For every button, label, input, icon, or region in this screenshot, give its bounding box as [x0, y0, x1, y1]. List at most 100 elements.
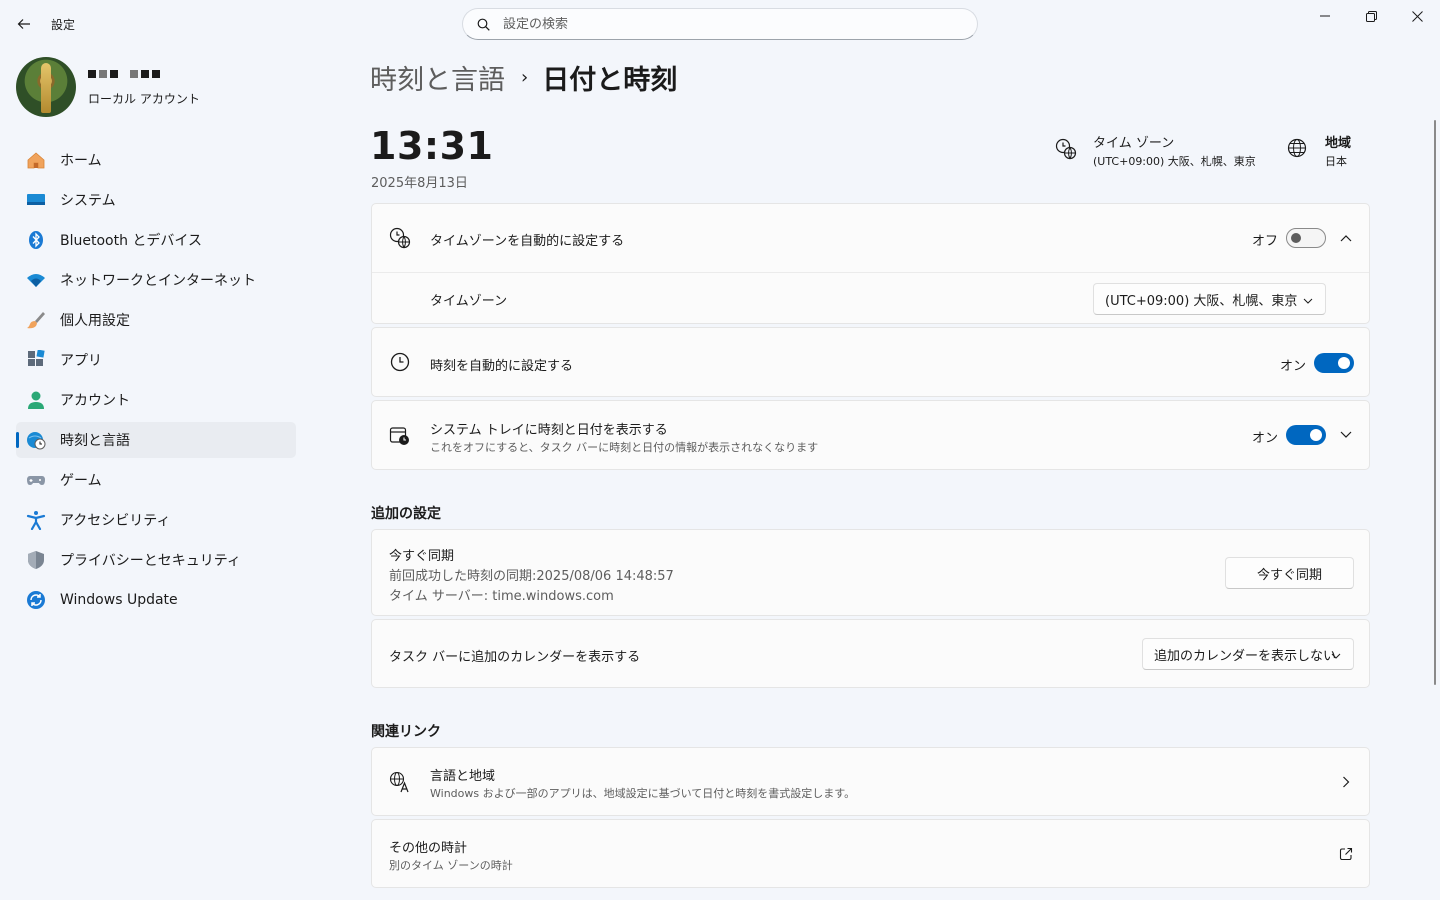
globe-icon	[1287, 138, 1307, 162]
globe-clock-icon	[1055, 138, 1077, 164]
timezone-value: (UTC+09:00) 大阪、札幌、東京	[1093, 155, 1256, 168]
close-icon	[1411, 10, 1423, 22]
auto-timezone-toggle[interactable]	[1286, 228, 1326, 248]
sidebar-item-network[interactable]: ネットワークとインターネット	[16, 262, 296, 298]
sync-now-button[interactable]: 今すぐ同期	[1225, 557, 1354, 589]
shield-icon	[26, 550, 46, 570]
auto-timezone-row[interactable]: タイムゾーンを自動的に設定する オフ	[372, 204, 1369, 272]
account-type: ローカル アカウント	[88, 92, 200, 106]
sidebar-item-gaming[interactable]: ゲーム	[16, 462, 296, 498]
sidebar-item-accessibility[interactable]: アクセシビリティ	[16, 502, 296, 538]
language-region-link[interactable]: 言語と地域 Windows および一部のアプリは、地域設定に基づいて日付と時刻を…	[371, 747, 1370, 816]
search-input[interactable]	[503, 16, 943, 32]
user-profile: ローカル アカウント	[16, 57, 316, 117]
timezone-card: タイムゾーンを自動的に設定する オフ タイムゾーン (UTC+09:00) 大阪…	[371, 203, 1370, 324]
app-title: 設定	[51, 18, 76, 32]
chevron-up-icon[interactable]	[1338, 230, 1354, 246]
tray-state: オン	[1252, 431, 1279, 446]
timezone-title: タイムゾーン	[430, 294, 508, 309]
additional-settings-heading: 追加の設定	[371, 506, 441, 522]
sidebar-item-time-language[interactable]: 時刻と言語	[16, 422, 296, 458]
timezone-dropdown[interactable]: (UTC+09:00) 大阪、札幌、東京	[1093, 283, 1326, 315]
tray-card[interactable]: システム トレイに時刻と日付を表示する これをオフにすると、タスク バーに時刻と…	[371, 400, 1370, 470]
auto-timezone-title: タイムゾーンを自動的に設定する	[430, 234, 625, 249]
back-arrow-icon	[17, 19, 30, 29]
home-icon	[26, 150, 46, 170]
scrollbar[interactable]	[1434, 120, 1436, 685]
breadcrumb-separator: ›	[521, 67, 529, 88]
sidebar-item-apps[interactable]: アプリ	[16, 342, 296, 378]
region-value: 日本	[1325, 155, 1347, 168]
avatar	[16, 57, 76, 117]
gamepad-icon	[26, 470, 46, 490]
monitor-icon	[26, 190, 46, 210]
sync-title: 今すぐ同期	[389, 549, 455, 564]
sidebar-item-bluetooth[interactable]: Bluetooth とデバイス	[16, 222, 296, 258]
breadcrumb: 時刻と言語 › 日付と時刻	[370, 58, 677, 97]
other-clocks-subtitle: 別のタイム ゾーンの時計	[389, 859, 513, 872]
restore-button[interactable]	[1348, 0, 1394, 32]
region-summary: 地域 日本	[1287, 132, 1377, 172]
minimize-icon	[1320, 15, 1330, 17]
globe-clock-icon	[26, 430, 46, 450]
search-box[interactable]	[462, 8, 978, 40]
external-link-icon	[1338, 846, 1354, 862]
user-name-redacted	[88, 70, 160, 78]
wifi-icon	[26, 270, 46, 290]
timezone-dropdown-value: (UTC+09:00) 大阪、札幌、東京	[1105, 293, 1298, 309]
breadcrumb-parent[interactable]: 時刻と言語	[370, 58, 505, 97]
calendar-card: タスク バーに追加のカレンダーを表示する 追加のカレンダーを表示しない	[371, 619, 1370, 688]
time-server-text: タイム サーバー: time.windows.com	[389, 589, 614, 604]
sidebar-item-accounts[interactable]: アカウント	[16, 382, 296, 418]
auto-time-card[interactable]: 時刻を自動的に設定する オン	[371, 327, 1370, 397]
tray-subtitle: これをオフにすると、タスク バーに時刻と日付の情報が表示されなくなります	[430, 441, 819, 454]
other-clocks-link[interactable]: その他の時計 別のタイム ゾーンの時計	[371, 819, 1370, 888]
page-title: 日付と時刻	[542, 65, 678, 96]
tray-title: システム トレイに時刻と日付を表示する	[430, 423, 668, 438]
auto-time-toggle[interactable]	[1314, 353, 1354, 373]
current-date: 2025年8月13日	[371, 176, 468, 191]
calendar-dropdown[interactable]: 追加のカレンダーを表示しない	[1142, 638, 1354, 670]
minimize-button[interactable]	[1302, 0, 1348, 32]
timezone-summary: タイム ゾーン (UTC+09:00) 大阪、札幌、東京	[1055, 132, 1275, 172]
clock-icon	[389, 351, 411, 373]
accessibility-icon	[26, 510, 46, 530]
current-time: 13:31	[370, 124, 494, 168]
sidebar-item-system[interactable]: システム	[16, 182, 296, 218]
sidebar-item-privacy[interactable]: プライバシーとセキュリティ	[16, 542, 296, 578]
globe-clock-icon	[389, 227, 411, 249]
sidebar-item-personalization[interactable]: 個人用設定	[16, 302, 296, 338]
other-clocks-title: その他の時計	[389, 841, 468, 856]
auto-time-title: 時刻を自動的に設定する	[430, 359, 574, 374]
close-button[interactable]	[1394, 0, 1440, 32]
person-icon	[26, 390, 46, 410]
region-label: 地域	[1325, 136, 1352, 151]
chevron-right-icon	[1338, 774, 1354, 790]
calendar-clock-icon	[389, 425, 411, 447]
back-button[interactable]	[10, 10, 38, 38]
paintbrush-icon	[26, 310, 46, 330]
chevron-down-icon	[1303, 293, 1313, 308]
apps-icon	[26, 350, 46, 370]
bluetooth-icon	[26, 230, 46, 250]
calendar-title: タスク バーに追加のカレンダーを表示する	[389, 650, 641, 665]
sidebar-item-windows-update[interactable]: Windows Update	[16, 582, 296, 618]
sync-card: 今すぐ同期 前回成功した時刻の同期:2025/08/06 14:48:57 タイ…	[371, 529, 1370, 616]
sidebar-item-home[interactable]: ホーム	[16, 142, 296, 178]
last-sync-text: 前回成功した時刻の同期:2025/08/06 14:48:57	[389, 569, 674, 584]
update-icon	[26, 590, 46, 610]
search-icon	[475, 16, 491, 32]
language-region-subtitle: Windows および一部のアプリは、地域設定に基づいて日付と時刻を書式設定しま…	[430, 787, 856, 800]
chevron-down-icon[interactable]	[1338, 427, 1354, 443]
tray-toggle[interactable]	[1286, 425, 1326, 445]
sidebar-nav: ホーム システム Bluetooth とデバイス ネットワークとインターネット …	[16, 142, 296, 622]
language-region-title: 言語と地域	[430, 769, 496, 784]
chevron-down-icon	[1331, 648, 1341, 663]
timezone-label: タイム ゾーン	[1093, 136, 1175, 151]
title-bar: 設定	[0, 0, 1440, 48]
related-links-heading: 関連リンク	[371, 724, 441, 740]
auto-time-state: オン	[1280, 359, 1307, 374]
calendar-dropdown-value: 追加のカレンダーを表示しない	[1154, 648, 1337, 664]
auto-timezone-state: オフ	[1252, 234, 1279, 249]
restore-icon	[1365, 10, 1377, 22]
